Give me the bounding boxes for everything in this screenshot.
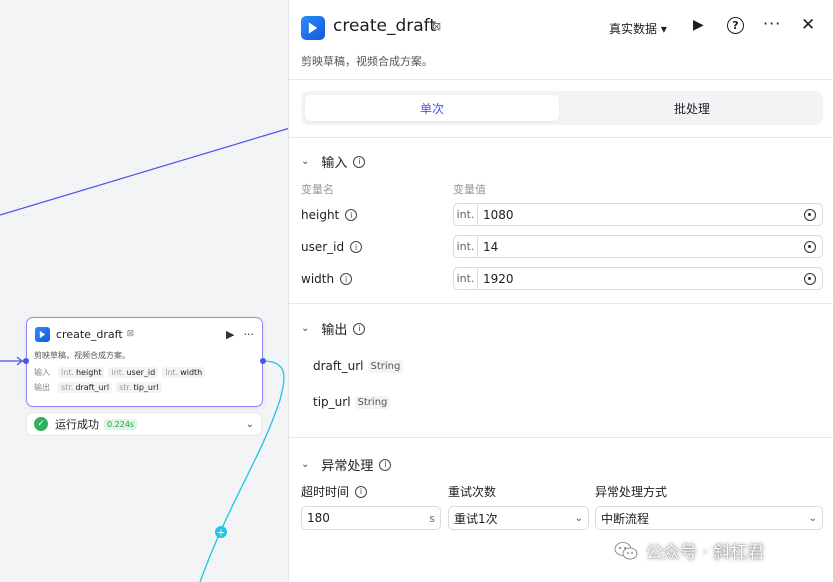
error-mode-select[interactable]: 中断流程 ⌄ — [595, 506, 823, 530]
node-more-button[interactable]: ··· — [244, 328, 255, 341]
info-icon[interactable]: i — [353, 322, 366, 335]
node-input-chip: int. width — [162, 367, 206, 378]
timeout-label: 超时时间 i — [301, 483, 368, 500]
chevron-down-icon: ⌄ — [574, 512, 583, 524]
output-section-title: 输出 — [321, 323, 348, 338]
mode-tabs: 单次 批处理 — [301, 91, 823, 125]
node-description: 剪映草稿，视频合成方案。 — [34, 351, 130, 360]
retry-select[interactable]: 重试1次 ⌄ — [448, 506, 589, 530]
type-label: int. — [454, 268, 478, 289]
info-icon[interactable]: i — [340, 273, 353, 285]
run-status-text: 运行成功 — [55, 418, 99, 431]
panel-description: 剪映草稿，视频合成方案。 — [301, 55, 433, 68]
type-label: int. — [454, 236, 478, 257]
retry-label: 重试次数 — [448, 485, 497, 499]
info-icon[interactable]: i — [379, 458, 392, 471]
capcut-logo-icon — [35, 326, 50, 342]
node-run-button[interactable]: ▶ — [226, 328, 234, 341]
reference-target-icon[interactable] — [804, 208, 816, 221]
info-icon[interactable]: i — [355, 485, 368, 498]
wechat-icon — [614, 541, 638, 559]
node-input-chip: int. height — [58, 367, 105, 378]
chevron-down-icon[interactable]: ⌄ — [301, 156, 309, 167]
reference-target-icon[interactable] — [804, 272, 816, 285]
input-section-header[interactable]: ⌄ 输入 i — [301, 152, 366, 171]
input-value[interactable]: 1080 — [483, 208, 514, 222]
node-detail-panel: create_draft ⊠ 真实数据 ▾ ▶ ? ··· ✕ 剪映草稿，视频合… — [288, 0, 833, 582]
user-id-value-input[interactable]: int. 14 — [453, 235, 823, 258]
output-section-header[interactable]: ⌄ 输出 i — [301, 319, 366, 338]
more-icon[interactable]: ··· — [763, 14, 781, 33]
node-input-port[interactable] — [23, 358, 29, 364]
type-label: int. — [454, 204, 478, 225]
watermark: 公众号 · 斜杠君 — [614, 538, 764, 563]
workflow-node-create-draft[interactable]: create_draft ⊠ ▶ ··· 剪映草稿，视频合成方案。 输入 int… — [23, 317, 266, 407]
capcut-logo-icon — [301, 16, 325, 40]
close-icon[interactable]: ✕ — [801, 15, 815, 35]
chevron-down-icon[interactable]: ⌄ — [301, 323, 309, 334]
timeout-value[interactable]: 180 — [307, 511, 330, 525]
info-icon[interactable]: i — [345, 209, 358, 221]
node-inputs-label: 输入 — [34, 368, 50, 377]
divider — [289, 303, 833, 304]
output-name: draft_url — [313, 359, 364, 373]
tab-batch[interactable]: 批处理 — [565, 95, 819, 121]
divider — [289, 137, 833, 138]
timeout-input[interactable]: 180 s — [301, 506, 441, 530]
retry-value: 重试1次 — [454, 511, 498, 526]
tab-single[interactable]: 单次 — [305, 95, 559, 121]
error-section-header[interactable]: ⌄ 异常处理 i — [301, 455, 392, 474]
watermark-text: 公众号 · 斜杠君 — [646, 543, 765, 563]
check-icon: ✓ — [34, 417, 48, 431]
node-inputs-row: 输入 int. height int. user_id int. width — [27, 367, 262, 378]
output-item: draft_url String — [313, 359, 404, 373]
width-value-input[interactable]: int. 1920 — [453, 267, 823, 290]
chevron-down-icon[interactable]: ⌄ — [246, 419, 254, 430]
variable-name: height i — [301, 208, 358, 222]
error-mode-value: 中断流程 — [601, 511, 650, 526]
info-icon[interactable]: i — [350, 241, 363, 253]
error-section-title: 异常处理 — [321, 459, 374, 474]
timeout-unit: s — [429, 511, 435, 525]
output-item: tip_url String — [313, 395, 391, 409]
variable-name: user_id i — [301, 240, 363, 254]
node-output-chip: str. draft_url — [58, 382, 113, 393]
input-section-title: 输入 — [321, 156, 348, 171]
run-button[interactable]: ▶ — [693, 17, 704, 33]
node-output-port[interactable] — [260, 358, 266, 364]
node-outputs-row: 输出 str. draft_url str. tip_url — [27, 382, 262, 393]
error-mode-label: 异常处理方式 — [595, 485, 668, 499]
reference-target-icon[interactable] — [804, 240, 816, 253]
output-type: String — [367, 359, 404, 373]
input-value[interactable]: 1920 — [483, 272, 514, 286]
run-status-bar[interactable]: ✓ 运行成功 0.224s ⌄ — [26, 412, 262, 436]
run-time-badge: 0.224s — [104, 418, 138, 430]
panel-header: create_draft ⊠ 真实数据 ▾ ▶ ? ··· ✕ 剪映草稿，视频合… — [289, 0, 833, 80]
variable-name: width i — [301, 272, 353, 286]
height-value-input[interactable]: int. 1080 — [453, 203, 823, 226]
workflow-canvas[interactable] — [0, 0, 290, 582]
panel-title: create_draft — [333, 16, 437, 36]
node-tag-icon: ⊠ — [126, 329, 135, 339]
plugin-tag-icon: ⊠ — [432, 20, 442, 33]
chevron-down-icon: ⌄ — [808, 512, 817, 524]
help-icon[interactable]: ? — [727, 17, 744, 34]
node-input-chip: int. user_id — [108, 367, 159, 378]
output-type: String — [354, 395, 391, 409]
column-header-name: 变量名 — [301, 183, 334, 196]
info-icon[interactable]: i — [353, 155, 366, 168]
data-source-select[interactable]: 真实数据 ▾ — [609, 20, 667, 37]
node-output-chip: str. tip_url — [116, 382, 162, 393]
output-name: tip_url — [313, 395, 351, 409]
node-outputs-label: 输出 — [34, 383, 50, 392]
input-value[interactable]: 14 — [483, 240, 498, 254]
divider — [289, 437, 833, 438]
column-header-value: 变量值 — [453, 183, 486, 196]
node-title: create_draft — [56, 327, 123, 341]
chevron-down-icon[interactable]: ⌄ — [301, 459, 309, 470]
